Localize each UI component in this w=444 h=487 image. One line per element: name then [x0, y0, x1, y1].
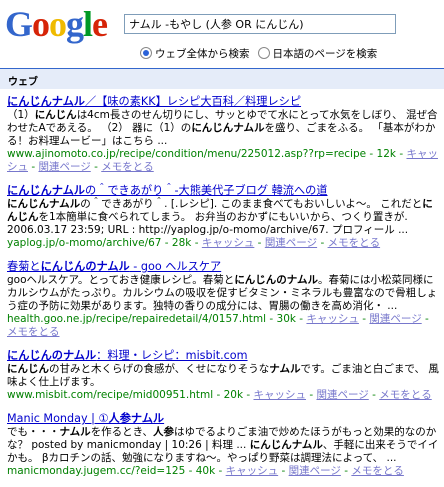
result-action-link[interactable]: 関連ページ: [38, 161, 90, 173]
results-list: にんじんナムル／【味の素KK】レシピ大百科／料理レシピ （1）にんじんは4cm長さ…: [7, 94, 439, 487]
link-separator: -: [368, 389, 380, 401]
result-item: にんじんナムルの＾できあがり＾-大熊美代子ブログ 韓流への道 にんじんナムルの＾で…: [7, 183, 439, 250]
result-snippet: でも・・・ナムルを作るとき、人参はゆでるよりごま油で炒めたほうがもっと効果的なの…: [7, 426, 439, 464]
link-separator: -: [421, 313, 429, 325]
link-separator: -: [306, 389, 317, 401]
radio-label[interactable]: ウェブ全体から検索: [155, 48, 250, 60]
link-separator: -: [90, 161, 102, 173]
result-url-line: yaplog.jp/o-momo/archive/67 - 28k - キャッシ…: [7, 237, 439, 250]
result-snippet: にんじんナムルの＾できあがり＾. [.レシピ]. このまま食べてもおいしいよ〜。…: [7, 198, 433, 236]
search-scope-options: ウェブ全体から検索 日本語のページを検索: [140, 46, 385, 61]
result-url: yaplog.jp/o-momo/archive/67 - 28k -: [7, 237, 202, 249]
result-url-line: health.goo.ne.jp/recipe/repairedetail/4/…: [7, 313, 439, 339]
web-label: ウェブ: [8, 77, 38, 88]
result-url: www.misbit.com/recipe/mid00951.html - 20…: [7, 389, 254, 401]
result-action-link[interactable]: キャッシュ: [226, 465, 279, 477]
result-action-link[interactable]: キャッシュ: [254, 389, 307, 401]
result-title-link[interactable]: 春菊とにんじんのナムル - goo ヘルスケア: [7, 259, 439, 274]
logo-letter: G: [5, 4, 33, 44]
radio-label[interactable]: 日本語のページを検索: [273, 48, 378, 60]
result-snippet: gooヘルスケア。とっておき健康レシピ。春菊とにんじんのナムル。春菊には小松菜同…: [7, 274, 438, 312]
result-title-link[interactable]: にんじんナムル／【味の素KK】レシピ大百科／料理レシピ: [7, 94, 439, 109]
result-action-link[interactable]: 関連ページ: [316, 389, 368, 401]
result-action-link[interactable]: 関連ページ: [369, 313, 421, 325]
result-action-link[interactable]: メモをとる: [101, 161, 154, 173]
result-item: にんじんナムル／【味の素KK】レシピ大百科／料理レシピ （1）にんじんは4cm長さ…: [7, 94, 439, 174]
result-action-link[interactable]: メモをとる: [379, 389, 432, 401]
result-item: Manic Monday | ①人参ナムル でも・・・ナムルを作るとき、人参はゆで…: [7, 411, 439, 478]
link-separator: -: [278, 465, 289, 477]
result-snippet: （1）にんじんは4cm長さのせん切りにし、サッとゆでて水にとって水気をしぼり、 …: [7, 109, 438, 147]
logo-letter: o: [49, 4, 67, 44]
result-action-link[interactable]: キャッシュ: [202, 237, 255, 249]
radio-button[interactable]: [140, 47, 152, 59]
result-title-link[interactable]: Manic Monday | ①人参ナムル: [7, 411, 439, 426]
result-snippet: にんじんの甘みと木くらげの食感が、くせになりそうなナムルです。ごま油と白ごまで、…: [7, 363, 439, 388]
result-title-link[interactable]: にんじんナムルの＾できあがり＾-大熊美代子ブログ 韓流への道: [7, 183, 439, 198]
result-title-link[interactable]: にんじんのナムル：料理・レシピ：misbit.com: [7, 348, 439, 363]
logo-letter: e: [92, 4, 108, 44]
result-action-link[interactable]: メモをとる: [328, 237, 381, 249]
result-url-line: www.ajinomoto.co.jp/recipe/condition/men…: [7, 148, 439, 174]
logo-letter: o: [32, 4, 50, 44]
web-tab-bar: ウェブ: [0, 68, 444, 89]
result-action-link[interactable]: メモをとる: [351, 465, 404, 477]
link-separator: -: [254, 237, 265, 249]
result-action-link[interactable]: 関連ページ: [265, 237, 317, 249]
result-url: health.goo.ne.jp/recipe/repairedetail/4/…: [7, 313, 307, 325]
logo-letter: g: [66, 4, 84, 44]
link-separator: -: [28, 161, 39, 173]
radio-button[interactable]: [257, 47, 270, 59]
link-separator: -: [317, 237, 328, 249]
link-separator: -: [340, 465, 352, 477]
result-action-link[interactable]: 関連ページ: [289, 465, 341, 477]
search-input[interactable]: [124, 14, 396, 34]
google-logo[interactable]: Google: [5, 2, 108, 46]
result-action-link[interactable]: キャッシュ: [306, 313, 359, 325]
result-url-line: manicmonday.jugem.cc/?eid=125 - 40k - キャ…: [7, 465, 439, 478]
result-url: manicmonday.jugem.cc/?eid=125 - 40k -: [7, 465, 226, 477]
link-separator: -: [358, 313, 370, 325]
result-item: にんじんのナムル：料理・レシピ：misbit.com にんじんの甘みと木くらげの食…: [7, 348, 439, 402]
result-url-line: www.misbit.com/recipe/mid00951.html - 20…: [7, 389, 439, 402]
result-item: 春菊とにんじんのナムル - goo ヘルスケア gooヘルスケア。とっておき健康レ…: [7, 259, 439, 339]
result-action-link[interactable]: メモをとる: [7, 326, 60, 338]
header: Google ウェブ全体から検索 日本語のページを検索: [0, 0, 444, 68]
result-url: www.ajinomoto.co.jp/recipe/condition/men…: [7, 148, 407, 160]
logo-letter: l: [83, 4, 93, 44]
